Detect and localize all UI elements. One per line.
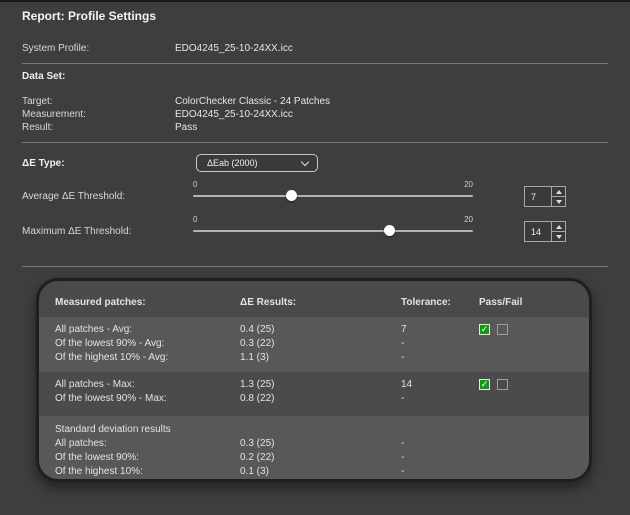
slider-track[interactable] bbox=[193, 230, 473, 232]
measurement-label: Measurement: bbox=[22, 109, 86, 120]
row-result: 0.1 (3) bbox=[240, 466, 269, 477]
delta-e-type-label: ΔE Type: bbox=[22, 158, 65, 169]
avg-results-section: All patches - Avg: 0.4 (25) 7 Of the low… bbox=[39, 317, 589, 372]
spinner-down-button[interactable] bbox=[552, 197, 565, 206]
target-label: Target: bbox=[22, 96, 53, 107]
arrow-up-icon bbox=[555, 224, 562, 229]
divider bbox=[22, 142, 608, 143]
table-row: Of the lowest 90% - Max: 0.8 (22) - bbox=[39, 392, 589, 406]
row-tolerance: - bbox=[401, 466, 405, 477]
delta-e-type-dropdown[interactable]: ΔEab (2000) bbox=[196, 154, 318, 172]
table-row: Of the lowest 90% - Avg: 0.3 (22) - bbox=[39, 337, 589, 351]
table-row: Of the highest 10%: 0.1 (3) - bbox=[39, 465, 589, 479]
spinner-value[interactable]: 7 bbox=[525, 187, 551, 206]
delta-e-type-selected: ΔEab (2000) bbox=[207, 158, 258, 168]
table-row: All patches: 0.3 (25) - bbox=[39, 437, 589, 451]
arrow-down-icon bbox=[555, 199, 562, 204]
row-tolerance: - bbox=[401, 393, 405, 404]
row-label: Standard deviation results bbox=[55, 424, 171, 435]
page-title: Report: Profile Settings bbox=[22, 9, 157, 23]
arrow-up-icon bbox=[555, 189, 562, 194]
header-tolerance: Tolerance: bbox=[401, 297, 451, 308]
row-tolerance: 7 bbox=[401, 324, 407, 335]
row-tolerance: 14 bbox=[401, 379, 413, 390]
row-result: 0.8 (22) bbox=[240, 393, 275, 404]
header-pass-fail: Pass/Fail bbox=[479, 297, 523, 308]
fail-checkbox[interactable] bbox=[497, 324, 508, 335]
row-result bbox=[240, 423, 401, 437]
row-result: 0.3 (22) bbox=[240, 338, 275, 349]
maximum-threshold-label: Maximum ΔE Threshold: bbox=[22, 226, 132, 237]
row-label: Of the highest 10% - Avg: bbox=[55, 352, 169, 363]
fail-checkbox[interactable] bbox=[497, 379, 508, 390]
row-label: All patches: bbox=[55, 438, 107, 449]
header-measured-patches: Measured patches: bbox=[55, 297, 146, 308]
arrow-down-icon bbox=[555, 234, 562, 239]
system-profile-label: System Profile: bbox=[22, 43, 90, 54]
slider-max-label: 20 bbox=[464, 180, 473, 189]
divider bbox=[22, 266, 608, 267]
row-tolerance bbox=[401, 423, 479, 437]
row-tolerance: - bbox=[401, 438, 405, 449]
row-label: All patches - Max: bbox=[55, 379, 135, 390]
pass-checkbox[interactable] bbox=[479, 379, 490, 390]
max-results-section: All patches - Max: 1.3 (25) 14 Of the lo… bbox=[39, 372, 589, 416]
table-row: Of the highest 10% - Avg: 1.1 (3) - bbox=[39, 351, 589, 365]
data-set-heading: Data Set: bbox=[22, 71, 66, 82]
measurement-value: EDO4245_25-10-24XX.icc bbox=[175, 109, 293, 120]
header-de-results: ΔE Results: bbox=[240, 297, 297, 308]
row-result: 1.1 (3) bbox=[240, 352, 269, 363]
slider-max-label: 20 bbox=[464, 215, 473, 224]
target-value: ColorChecker Classic - 24 Patches bbox=[175, 96, 331, 107]
spinner-up-button[interactable] bbox=[552, 222, 565, 232]
results-panel: Measured patches: ΔE Results: Tolerance:… bbox=[36, 278, 592, 482]
spinner-value[interactable]: 14 bbox=[525, 222, 551, 241]
average-threshold-spinner: 7 bbox=[524, 186, 566, 207]
slider-handle[interactable] bbox=[384, 225, 395, 236]
row-tolerance: - bbox=[401, 338, 405, 349]
slider-min-label: 0 bbox=[193, 180, 198, 189]
table-row: Of the lowest 90%: 0.2 (22) - bbox=[39, 451, 589, 465]
row-label: All patches - Avg: bbox=[55, 324, 133, 335]
window-top-edge bbox=[0, 0, 630, 2]
std-deviation-section: Standard deviation results All patches: … bbox=[39, 416, 589, 479]
table-row: Standard deviation results bbox=[39, 423, 589, 437]
spinner-up-button[interactable] bbox=[552, 187, 565, 197]
row-label: Of the lowest 90%: bbox=[55, 452, 139, 463]
row-tolerance: - bbox=[401, 452, 405, 463]
row-label: Of the lowest 90% - Max: bbox=[55, 393, 167, 404]
result-value: Pass bbox=[175, 122, 198, 133]
result-label: Result: bbox=[22, 122, 54, 133]
row-label: Of the highest 10%: bbox=[55, 466, 143, 477]
average-threshold-slider: 0 20 bbox=[193, 180, 473, 206]
row-result: 0.4 (25) bbox=[240, 324, 275, 335]
average-threshold-label: Average ΔE Threshold: bbox=[22, 191, 126, 202]
row-result: 0.2 (22) bbox=[240, 452, 275, 463]
spinner-down-button[interactable] bbox=[552, 232, 565, 241]
results-header-row: Measured patches: ΔE Results: Tolerance:… bbox=[39, 281, 589, 317]
slider-track[interactable] bbox=[193, 195, 473, 197]
report-profile-settings-window: Report: Profile Settings System Profile:… bbox=[0, 0, 630, 515]
maximum-threshold-slider: 0 20 bbox=[193, 215, 473, 241]
pass-checkbox[interactable] bbox=[479, 324, 490, 335]
slider-handle[interactable] bbox=[286, 190, 297, 201]
table-row: All patches - Max: 1.3 (25) 14 bbox=[39, 378, 589, 392]
row-tolerance: - bbox=[401, 352, 405, 363]
maximum-threshold-spinner: 14 bbox=[524, 221, 566, 242]
chevron-down-icon bbox=[300, 157, 310, 166]
slider-min-label: 0 bbox=[193, 215, 198, 224]
row-result: 0.3 (25) bbox=[240, 438, 275, 449]
divider bbox=[22, 63, 608, 64]
system-profile-value: EDO4245_25-10-24XX.icc bbox=[175, 43, 293, 54]
row-result: 1.3 (25) bbox=[240, 379, 275, 390]
row-label: Of the lowest 90% - Avg: bbox=[55, 338, 165, 349]
table-row: All patches - Avg: 0.4 (25) 7 bbox=[39, 323, 589, 337]
